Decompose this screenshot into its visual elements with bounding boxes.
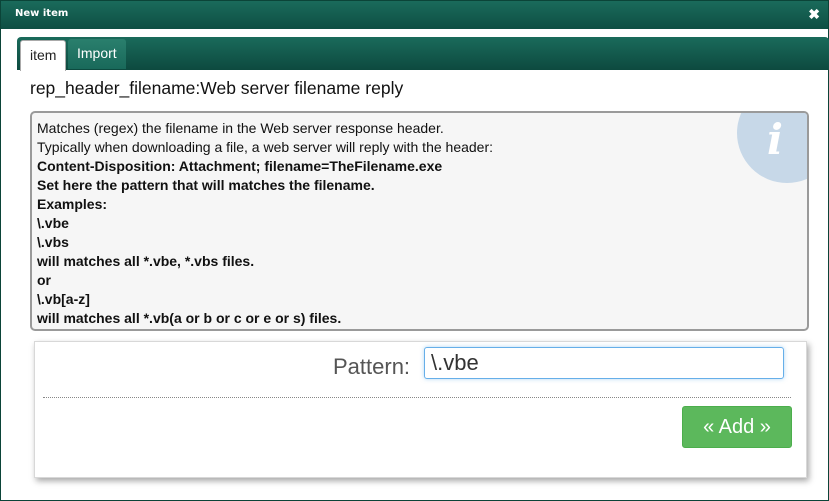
- info-icon: i: [737, 113, 807, 183]
- help-line: Typically when downloading a file, a web…: [37, 139, 494, 155]
- tab-item[interactable]: item: [20, 40, 67, 71]
- help-line: \.vbs: [37, 234, 69, 250]
- help-line: will matches all *.vb(a or b or c or e o…: [37, 310, 342, 326]
- pattern-form: Pattern: « Add »: [34, 341, 807, 478]
- help-line: will matches all *.vbe, *.vbs files.: [37, 253, 255, 269]
- tab-import[interactable]: Import: [68, 39, 126, 69]
- close-icon[interactable]: ✖: [808, 6, 820, 22]
- add-button[interactable]: « Add »: [682, 406, 792, 448]
- dialog-title: New item: [15, 8, 69, 19]
- help-line: \.vbe: [37, 215, 69, 231]
- help-text: Matches (regex) the filename in the Web …: [37, 119, 493, 328]
- help-line: \.vb[a-z]: [37, 291, 90, 307]
- new-item-dialog: New item ✖ item Import rep_header_filena…: [0, 0, 829, 501]
- help-box: i Matches (regex) the filename in the We…: [30, 111, 809, 331]
- form-divider: [43, 397, 791, 398]
- tab-bar: item Import: [17, 37, 829, 71]
- help-line: Content-Disposition: Attachment; filenam…: [37, 158, 443, 174]
- pattern-label: Pattern:: [333, 354, 411, 379]
- help-line: Set here the pattern that will matches t…: [37, 177, 375, 193]
- help-line: or: [37, 272, 51, 288]
- help-line: Examples:: [37, 196, 108, 212]
- help-line: Matches (regex) the filename in the Web …: [37, 120, 444, 136]
- dialog-titlebar[interactable]: New item ✖: [1, 1, 828, 29]
- pattern-input[interactable]: [424, 347, 784, 379]
- page-title: rep_header_filename:Web server filename …: [30, 78, 404, 98]
